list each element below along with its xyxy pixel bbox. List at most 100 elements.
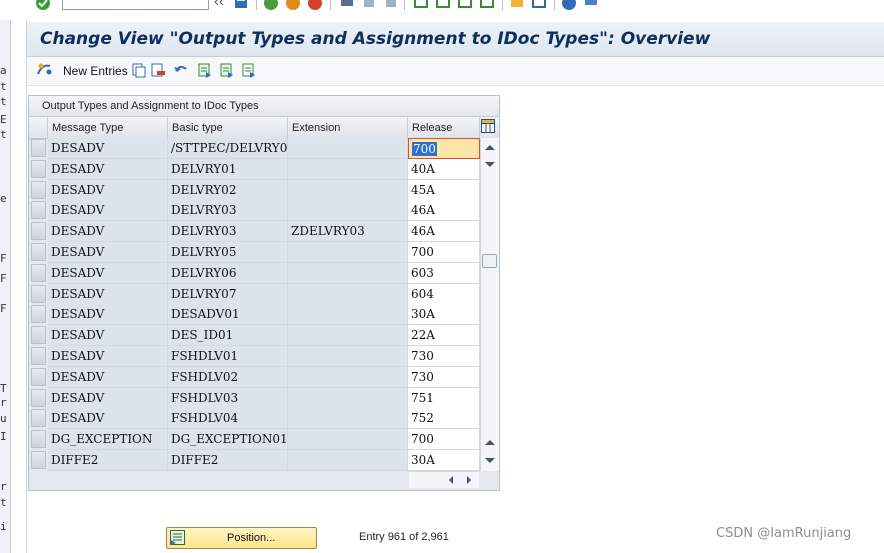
- clipped-char: t: [0, 95, 7, 108]
- copy-icon[interactable]: [132, 63, 146, 78]
- find-next-icon[interactable]: [384, 0, 398, 10]
- row-select-button[interactable]: [31, 347, 46, 365]
- command-field[interactable]: [62, 0, 209, 10]
- release-cell[interactable]: 700: [408, 429, 480, 451]
- extension-cell: [288, 450, 408, 471]
- message-type-cell: DESADV: [48, 262, 168, 284]
- release-cell[interactable]: 730: [408, 346, 480, 367]
- release-cell[interactable]: 700: [408, 138, 480, 159]
- table-config-icon[interactable]: [481, 119, 495, 133]
- table-row: DESADV DES_ID01 22A: [29, 325, 480, 347]
- release-cell[interactable]: 30A: [408, 304, 480, 326]
- save-icon[interactable]: [234, 0, 248, 10]
- release-cell[interactable]: 46A: [408, 200, 480, 222]
- find-icon[interactable]: [362, 0, 376, 10]
- basic-type-cell: DIFFE2: [168, 450, 288, 471]
- layout-menu-icon[interactable]: [584, 0, 598, 10]
- cell-text: FSHDLV03: [171, 390, 239, 405]
- basic-type-cell: DELVRY07: [168, 283, 288, 305]
- cell-text: 604: [411, 286, 434, 301]
- divider: [26, 20, 27, 553]
- row-select-button[interactable]: [31, 430, 46, 449]
- print-icon[interactable]: [340, 0, 354, 10]
- undo-icon[interactable]: [173, 63, 187, 78]
- cancel-icon[interactable]: [308, 0, 322, 10]
- cell-text: DESADV01: [171, 307, 240, 322]
- row-select-button[interactable]: [31, 222, 46, 241]
- row-select-button[interactable]: [31, 159, 46, 178]
- scroll-page-down-button[interactable]: [485, 458, 495, 463]
- scroll-page-up-button[interactable]: [485, 440, 495, 445]
- release-cell[interactable]: 45A: [408, 179, 480, 201]
- position-button[interactable]: Position...: [166, 527, 317, 549]
- last-page-icon[interactable]: [480, 0, 494, 10]
- extension-cell: [288, 138, 408, 159]
- column-header-extension[interactable]: Extension: [288, 117, 408, 138]
- table-row: DESADV FSHDLV02 730: [29, 366, 480, 388]
- release-cell[interactable]: 700: [408, 242, 480, 263]
- horizontal-scrollbar[interactable]: [409, 471, 479, 488]
- release-cell[interactable]: 751: [408, 387, 480, 409]
- delete-icon[interactable]: [151, 63, 165, 78]
- help-icon[interactable]: [562, 0, 576, 10]
- cell-text: DIFFE2: [171, 453, 219, 467]
- select-block-icon[interactable]: [220, 63, 234, 78]
- exit-icon[interactable]: [286, 0, 300, 10]
- row-select-button[interactable]: [31, 263, 46, 282]
- next-page-icon[interactable]: [458, 0, 472, 10]
- scroll-thumb[interactable]: [482, 254, 497, 268]
- message-type-cell: DESADV: [48, 325, 168, 347]
- title-bar: Change View "Output Types and Assignment…: [27, 22, 884, 57]
- row-select-button[interactable]: [31, 451, 46, 469]
- create-session-icon[interactable]: [510, 0, 524, 10]
- row-select-button[interactable]: [31, 201, 46, 220]
- column-header-release[interactable]: Release: [408, 117, 480, 138]
- scroll-up-button[interactable]: [485, 145, 495, 150]
- release-cell[interactable]: 22A: [408, 325, 480, 347]
- back-icon[interactable]: [264, 0, 278, 10]
- row-select-button[interactable]: [31, 180, 46, 199]
- row-select-button[interactable]: [31, 243, 46, 261]
- release-cell[interactable]: 40A: [408, 158, 480, 180]
- table-row: DESADV DELVRY06 603: [29, 262, 480, 284]
- column-header-message-type[interactable]: Message Type: [48, 117, 168, 138]
- previous-page-icon[interactable]: [436, 0, 450, 10]
- row-select-button[interactable]: [31, 409, 46, 428]
- row-select-button[interactable]: [31, 326, 46, 345]
- basic-type-cell: FSHDLV02: [168, 366, 288, 388]
- shortcut-icon[interactable]: [532, 0, 546, 10]
- new-entries-button[interactable]: New Entries: [63, 64, 128, 78]
- message-type-cell: DESADV: [48, 387, 168, 409]
- chevron-left-icon[interactable]: [214, 0, 228, 10]
- select-all-icon[interactable]: [198, 63, 212, 78]
- select-all-header[interactable]: [29, 117, 48, 138]
- cell-text: DESADV: [51, 411, 105, 426]
- new-entries-icon[interactable]: [36, 62, 54, 78]
- scroll-right-button[interactable]: [467, 476, 471, 484]
- scroll-down-button[interactable]: [485, 162, 495, 167]
- first-page-icon[interactable]: [414, 0, 428, 10]
- release-cell[interactable]: 752: [408, 408, 480, 430]
- scroll-left-button[interactable]: [449, 476, 453, 484]
- basic-type-cell: DELVRY06: [168, 262, 288, 284]
- message-type-cell: DESADV: [48, 138, 168, 159]
- table-row: DIFFE2 DIFFE2 30A: [29, 450, 480, 471]
- release-cell[interactable]: 46A: [408, 221, 480, 243]
- column-header-basic-type[interactable]: Basic type: [168, 117, 288, 138]
- release-cell[interactable]: 603: [408, 262, 480, 284]
- check-icon[interactable]: [36, 0, 50, 10]
- table-row: DG_EXCEPTION DG_EXCEPTION01 700: [29, 429, 480, 451]
- cell-text: 45A: [411, 182, 435, 197]
- deselect-all-icon[interactable]: [242, 63, 256, 78]
- vertical-scrollbar[interactable]: [480, 138, 499, 471]
- release-cell[interactable]: 604: [408, 283, 480, 305]
- row-select-button[interactable]: [31, 284, 46, 303]
- row-select-button[interactable]: [31, 367, 46, 386]
- release-cell[interactable]: 730: [408, 366, 480, 388]
- row-select-button[interactable]: [31, 139, 46, 157]
- cell-text: FSHDLV02: [171, 369, 239, 384]
- row-select-button[interactable]: [31, 305, 46, 324]
- row-select-button[interactable]: [31, 388, 46, 407]
- cell-text: FSHDLV01: [171, 349, 239, 363]
- release-cell[interactable]: 30A: [408, 450, 480, 471]
